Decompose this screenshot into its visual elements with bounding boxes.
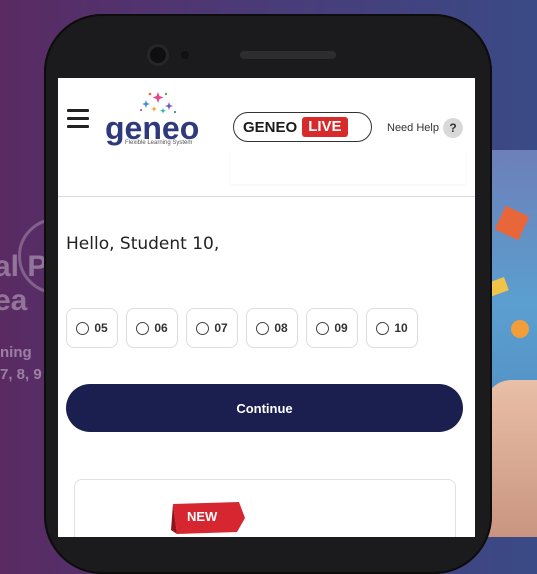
hamburger-icon[interactable] (67, 107, 89, 129)
grade-selector: 05 06 07 08 09 10 (66, 308, 426, 348)
grade-label: 08 (274, 321, 288, 335)
radio-icon[interactable] (256, 321, 270, 335)
background-heading: al P ea (0, 250, 47, 318)
help-icon: ? (442, 118, 463, 138)
earpiece-speaker (240, 51, 336, 59)
live-label: LIVE (302, 117, 348, 137)
need-help-label: Need Help (387, 122, 439, 134)
radio-icon[interactable] (76, 321, 90, 335)
grade-option[interactable]: 05 (66, 308, 118, 348)
header-panel (230, 150, 466, 184)
decor-shape (511, 320, 529, 338)
grade-option[interactable]: 07 (186, 308, 238, 348)
background-heading-line-1: al P (0, 250, 48, 283)
grade-option[interactable]: 06 (126, 308, 178, 348)
background-subtext-line-2: 7, 8, 9 (0, 366, 42, 383)
grade-option[interactable]: 09 (306, 308, 358, 348)
grade-label: 09 (334, 321, 348, 335)
radio-icon[interactable] (376, 321, 390, 335)
proximity-sensor (181, 51, 189, 59)
background-subtext-line-1: ning (0, 344, 32, 361)
grade-label: 07 (214, 321, 228, 335)
child-figure (485, 380, 537, 537)
grade-label: 10 (394, 321, 408, 335)
front-camera (150, 47, 166, 63)
geneo-live-button[interactable]: GENEO LIVE (233, 112, 372, 142)
geneo-logo[interactable]: geneo Flexible Learning System (105, 90, 215, 150)
radio-icon[interactable] (316, 321, 330, 335)
app-header: geneo Flexible Learning System GENEO LIV… (58, 78, 475, 197)
grade-label: 06 (154, 321, 168, 335)
need-help-link[interactable]: Need Help ? (387, 118, 463, 138)
radio-icon[interactable] (136, 321, 150, 335)
geneo-live-prefix: GENEO (243, 118, 298, 136)
app-screen: geneo Flexible Learning System GENEO LIV… (58, 78, 475, 537)
feature-card[interactable]: NEW (74, 479, 456, 537)
continue-button[interactable]: Continue (66, 384, 463, 432)
grade-option[interactable]: 08 (246, 308, 298, 348)
grade-option[interactable]: 10 (366, 308, 418, 348)
decor-shape (494, 205, 530, 241)
logo-tagline: Flexible Learning System (125, 140, 193, 146)
background-subtext: ning 7, 8, 9 (0, 342, 42, 386)
new-label: NEW (187, 509, 218, 524)
radio-icon[interactable] (196, 321, 210, 335)
greeting-text: Hello, Student 10, (66, 234, 220, 254)
new-ribbon: NEW (171, 500, 247, 536)
grade-label: 05 (94, 321, 108, 335)
background-heading-line-2: ea (0, 284, 28, 317)
